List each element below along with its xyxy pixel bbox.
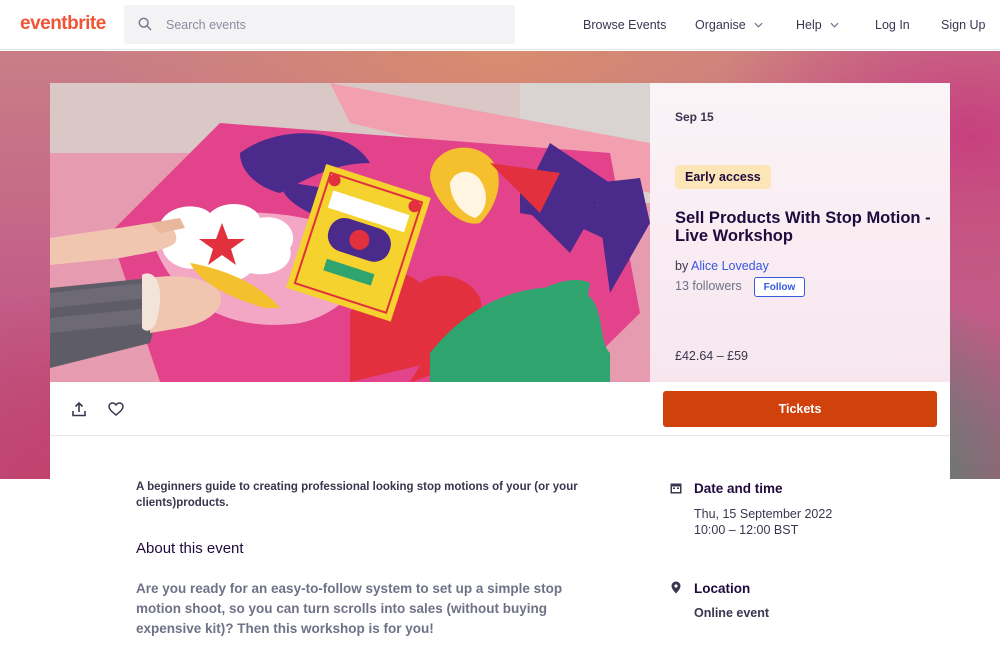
- eventbrite-logo[interactable]: eventbrite: [20, 13, 106, 35]
- event-title: Sell Products With Stop Motion - Live Wo…: [675, 209, 931, 245]
- event-time: 10:00 – 12:00 BST: [694, 523, 799, 537]
- event-card: Sep 15 Early access Sell Products With S…: [50, 83, 950, 648]
- search-bar[interactable]: [124, 5, 515, 44]
- search-input[interactable]: [166, 5, 496, 44]
- action-bar: Tickets: [50, 382, 950, 436]
- nav-organise-label: Organise: [695, 18, 746, 32]
- heart-icon[interactable]: [108, 402, 124, 416]
- about-heading: About this event: [136, 540, 244, 557]
- nav-login-label: Log In: [875, 18, 910, 32]
- tickets-button[interactable]: Tickets: [663, 391, 937, 427]
- early-access-badge: Early access: [675, 165, 771, 189]
- date-time-heading: Date and time: [694, 481, 783, 496]
- follower-count: 13 followers: [675, 279, 742, 293]
- about-description: Are you ready for an easy-to-follow syst…: [136, 581, 563, 636]
- follow-button[interactable]: Follow: [754, 277, 805, 297]
- nav-log-in[interactable]: Log In: [875, 18, 910, 32]
- event-summary-panel: Sep 15 Early access Sell Products With S…: [650, 83, 950, 382]
- calendar-icon: [670, 483, 682, 494]
- location-value: Online event: [694, 606, 770, 620]
- event-date-short: Sep 15: [675, 110, 714, 124]
- organizer-line: by Alice Loveday: [675, 259, 769, 273]
- nav-sign-up[interactable]: Sign Up: [941, 18, 985, 32]
- event-summary-text: A beginners guide to creating profession…: [136, 481, 578, 509]
- chevron-down-icon: [754, 22, 763, 28]
- nav-organise[interactable]: Organise: [695, 18, 763, 32]
- nav-browse-label: Browse Events: [583, 18, 667, 32]
- nav-help[interactable]: Help: [796, 18, 839, 32]
- by-prefix: by: [675, 259, 689, 273]
- nav-signup-label: Sign Up: [941, 18, 986, 32]
- event-date-full: Thu, 15 September 2022: [694, 507, 833, 521]
- location-heading: Location: [694, 581, 751, 596]
- location-pin-icon: [671, 581, 681, 594]
- top-header: eventbrite Browse Events Organise Help L…: [0, 0, 1000, 50]
- event-hero-image: [50, 83, 650, 382]
- organizer-link[interactable]: Alice Loveday: [691, 259, 769, 273]
- search-icon: [138, 17, 152, 31]
- share-icon[interactable]: [71, 401, 87, 417]
- event-illustration: [50, 83, 650, 382]
- nav-help-label: Help: [796, 18, 822, 32]
- nav-browse-events[interactable]: Browse Events: [583, 18, 666, 32]
- chevron-down-icon: [830, 22, 839, 28]
- price-range: £42.64 – £59: [675, 349, 748, 363]
